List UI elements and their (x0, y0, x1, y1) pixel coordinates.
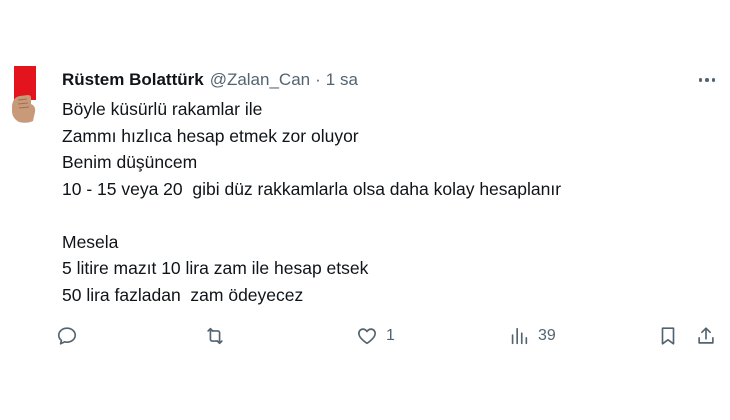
tweet: Rüstem Bolattürk @Zalan_Can · 1 sa Böyle… (0, 0, 730, 420)
more-dot (705, 78, 709, 82)
views-count: 39 (538, 327, 556, 344)
text-line (62, 202, 702, 229)
author-handle[interactable]: @Zalan_Can (210, 70, 310, 90)
heart-icon (358, 328, 376, 345)
bookmark-button[interactable] (657, 320, 679, 352)
like-button[interactable]: 1 (356, 320, 395, 352)
red-card (14, 66, 36, 100)
views-button[interactable]: 39 (508, 320, 556, 352)
reply-icon (57, 327, 77, 345)
action-bar: 1 39 (0, 320, 730, 352)
red-card-avatar (12, 66, 36, 123)
text-line: Zammı hızlıca hesap etmek zor oluyor (62, 125, 359, 146)
author-name[interactable]: Rüstem Bolattürk (62, 70, 204, 90)
reply-button[interactable] (56, 320, 78, 352)
avatar[interactable] (9, 66, 45, 124)
text-line: Mesela (62, 231, 119, 252)
like-count: 1 (386, 327, 395, 344)
more-dot (711, 78, 716, 82)
text-line: Benim düşüncem (62, 152, 198, 172)
views-icon (511, 327, 528, 345)
share-icon (698, 327, 714, 344)
repost-button[interactable] (204, 320, 226, 352)
share-button[interactable] (695, 320, 717, 352)
repost-icon (207, 327, 223, 345)
text-line: 10 - 15 veya 20 gibi düz rakkamlarla ols… (62, 178, 562, 199)
text-line: 5 litire mazıt 10 lira zam ile hesap ets… (62, 258, 369, 278)
more-dot (698, 78, 703, 82)
text-line: Böyle küsürlü rakamlar ile (62, 99, 263, 119)
separator-dot: · (315, 70, 321, 89)
text-line: 50 lira fazladan zam ödeyecez (62, 284, 304, 305)
post-time[interactable]: 1 sa (326, 70, 358, 90)
tweet-text: Böyle küsürlü rakamlar ile Zammı hızlıca… (62, 96, 702, 308)
bookmark-icon (661, 327, 675, 345)
tweet-header: Rüstem Bolattürk @Zalan_Can · 1 sa (62, 68, 358, 92)
more-options-button[interactable] (696, 70, 718, 90)
